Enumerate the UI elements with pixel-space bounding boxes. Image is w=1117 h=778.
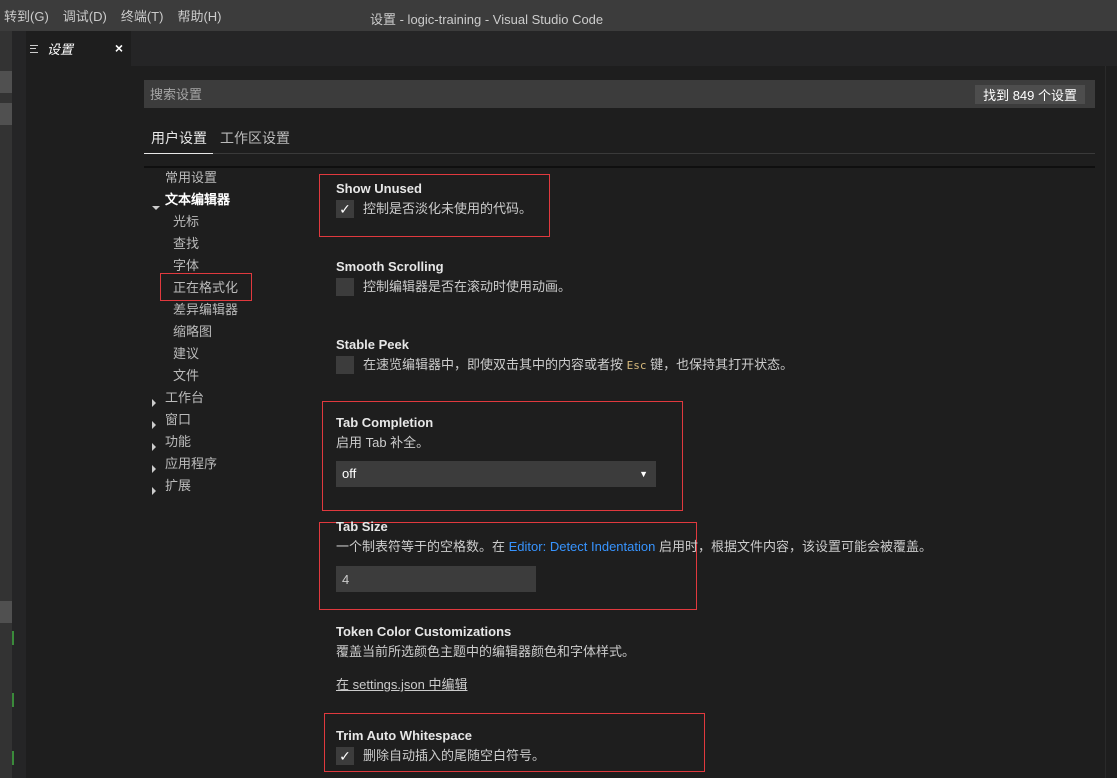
setting-description: 一个制表符等于的空格数。在 <box>336 539 506 554</box>
stable-peek-checkbox[interactable] <box>336 355 354 374</box>
show-unused-checkbox[interactable]: ✓ <box>336 199 354 218</box>
esc-key-code: Esc <box>626 359 647 372</box>
git-change-marker <box>12 693 14 707</box>
trim-whitespace-checkbox[interactable]: ✓ <box>336 746 354 765</box>
check-icon: ✓ <box>339 747 351 764</box>
setting-title: Show Unused <box>336 181 422 196</box>
setting-trim-whitespace: Trim Auto Whitespace ✓ 删除自动插入的尾随空白符号。 <box>336 727 545 766</box>
search-input[interactable] <box>144 80 944 108</box>
setting-title: Trim Auto Whitespace <box>336 728 473 743</box>
toc-item-workbench[interactable]: 工作台 <box>148 388 204 410</box>
git-change-marker <box>12 751 14 765</box>
settings-scope-tabs: 用户设置 工作区设置 <box>144 124 1095 154</box>
activity-bar-item[interactable] <box>0 71 12 93</box>
setting-tab-size: Tab Size 一个制表符等于的空格数。在 Editor: Detect In… <box>336 518 932 557</box>
chevron-right-icon <box>152 443 156 451</box>
chevron-right-icon <box>152 465 156 473</box>
toc-item-extensions[interactable]: 扩展 <box>148 476 191 498</box>
setting-description-end: 键，也保持其打开状态。 <box>650 357 794 372</box>
toc-item-window[interactable]: 窗口 <box>148 410 191 432</box>
chevron-down-icon: ▼ <box>639 469 648 479</box>
setting-description: 在速览编辑器中，即使双击其中的内容或者按 <box>363 357 624 372</box>
toc-item-cursor[interactable]: 光标 <box>148 212 199 234</box>
toc-item-suggestions[interactable]: 建议 <box>148 344 199 366</box>
setting-title: Token Color Customizations <box>336 624 512 639</box>
toc-item-files[interactable]: 文件 <box>148 366 199 388</box>
toc-item-features[interactable]: 功能 <box>148 432 191 454</box>
setting-stable-peek: Stable Peek 在速览编辑器中，即使双击其中的内容或者按 Esc 键，也… <box>336 336 793 375</box>
tab-label: 设置 <box>47 42 74 57</box>
setting-show-unused: Show Unused ✓ 控制是否淡化未使用的代码。 <box>336 180 532 219</box>
menu-bar: 转到(G) 调试(D) 终端(T) 帮助(H) <box>0 0 231 31</box>
toc-item-application[interactable]: 应用程序 <box>148 454 217 476</box>
chevron-down-icon <box>152 206 160 210</box>
setting-description: 控制是否淡化未使用的代码。 <box>363 201 533 216</box>
toc-item-find[interactable]: 查找 <box>148 234 199 256</box>
toc-item-diff-editor[interactable]: 差异编辑器 <box>148 300 238 322</box>
setting-token-color: Token Color Customizations 覆盖当前所选颜色主题中的编… <box>336 623 635 662</box>
menu-goto[interactable]: 转到(G) <box>0 6 57 25</box>
tab-workspace-settings[interactable]: 工作区设置 <box>213 124 296 154</box>
setting-smooth-scrolling: Smooth Scrolling 控制编辑器是否在滚动时使用动画。 <box>336 258 571 297</box>
setting-description: 控制编辑器是否在滚动时使用动画。 <box>363 279 572 294</box>
chevron-right-icon <box>152 421 156 429</box>
settings-list-icon <box>30 43 42 55</box>
title-bar: 转到(G) 调试(D) 终端(T) 帮助(H) 设置 - logic-train… <box>0 0 1117 31</box>
setting-description: 删除自动插入的尾随空白符号。 <box>363 748 546 763</box>
setting-description-end: 启用时，根据文件内容，该设置可能会被覆盖。 <box>658 539 932 554</box>
toc-item-minimap[interactable]: 缩略图 <box>148 322 212 344</box>
setting-title: Stable Peek <box>336 337 409 352</box>
setting-title: Tab Completion <box>336 415 434 430</box>
setting-description: 启用 Tab 补全。 <box>336 435 430 450</box>
editor-tab-bar: 设置 × <box>26 31 1117 66</box>
smooth-scrolling-checkbox[interactable] <box>336 277 354 296</box>
activity-bar-item[interactable] <box>0 601 12 623</box>
setting-description: 覆盖当前所选颜色主题中的编辑器颜色和字体样式。 <box>336 644 636 659</box>
tab-size-input[interactable] <box>336 566 536 592</box>
settings-search-box: 找到 849 个设置 <box>144 80 1095 108</box>
side-gutter <box>12 31 26 778</box>
result-count-badge: 找到 849 个设置 <box>975 85 1085 104</box>
menu-help[interactable]: 帮助(H) <box>173 6 229 25</box>
activity-bar-item[interactable] <box>0 103 12 125</box>
setting-title: Smooth Scrolling <box>336 259 444 274</box>
toc-item-text-editor[interactable]: 文本编辑器 <box>148 190 230 212</box>
close-icon[interactable]: × <box>115 40 123 56</box>
select-value: off <box>342 466 357 481</box>
vertical-scrollbar[interactable] <box>1105 66 1117 778</box>
edit-in-settings-json-link[interactable]: 在 settings.json 中编辑 <box>336 674 468 693</box>
window-title: 设置 - logic-training - Visual Studio Code <box>370 12 604 27</box>
activity-bar <box>0 31 12 778</box>
setting-title: Tab Size <box>336 519 388 534</box>
check-icon: ✓ <box>339 200 351 217</box>
highlight-box <box>160 273 252 301</box>
git-change-marker <box>12 631 14 645</box>
divider <box>144 166 1095 168</box>
chevron-right-icon <box>152 487 156 495</box>
toc-item-common[interactable]: 常用设置 <box>148 168 217 190</box>
tab-settings[interactable]: 设置 × <box>26 31 131 66</box>
tab-user-settings[interactable]: 用户设置 <box>144 124 213 154</box>
menu-terminal[interactable]: 终端(T) <box>117 6 172 25</box>
menu-debug[interactable]: 调试(D) <box>59 6 115 25</box>
chevron-right-icon <box>152 399 156 407</box>
detect-indentation-link[interactable]: Editor: Detect Indentation <box>509 539 656 554</box>
setting-tab-completion: Tab Completion 启用 Tab 补全。 <box>336 414 433 453</box>
tab-completion-select[interactable]: off ▼ <box>336 461 656 487</box>
